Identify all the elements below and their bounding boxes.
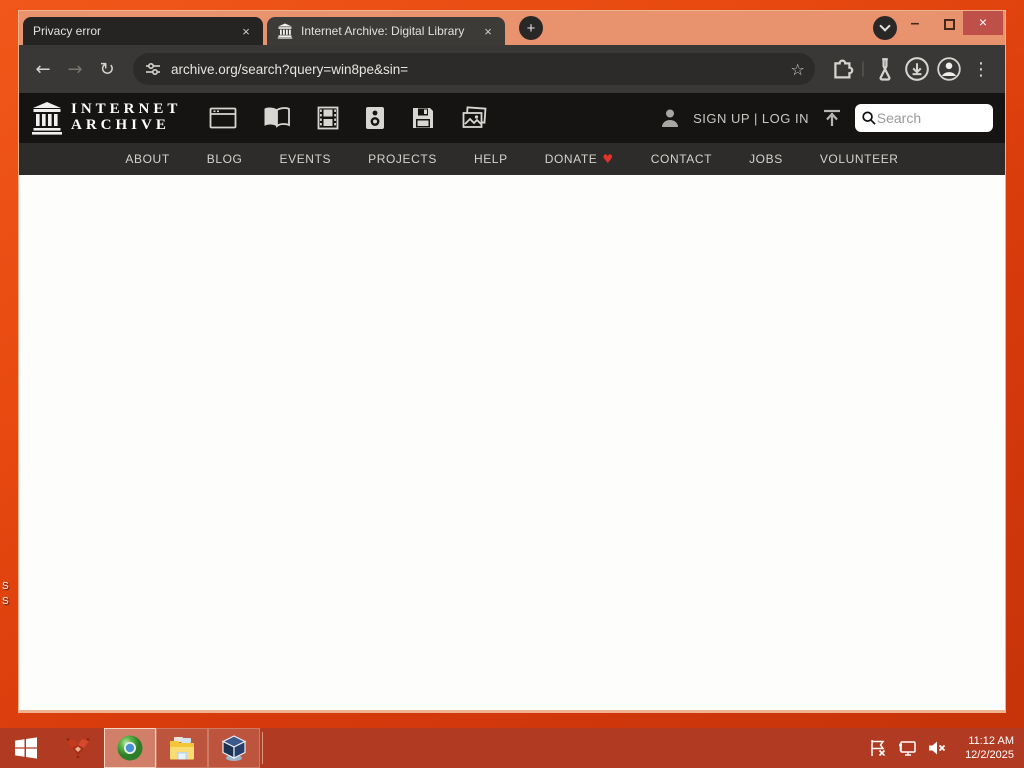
back-button[interactable]: ← [29, 55, 57, 83]
minimize-button[interactable]: – [903, 13, 927, 37]
site-search-box[interactable] [855, 104, 993, 132]
tab-search-button[interactable] [873, 16, 897, 40]
forward-button[interactable]: → [61, 55, 89, 83]
nav-blog[interactable]: BLOG [207, 152, 243, 166]
clock-time: 11:12 AM [968, 735, 1014, 747]
page-content-blank [19, 175, 1005, 710]
tab-internet-archive[interactable]: Internet Archive: Digital Library × [267, 17, 505, 45]
address-bar[interactable]: archive.org/search?query=win8pe&sin= ☆ [133, 53, 815, 85]
desktop-icon-label-fragment: S [2, 581, 9, 592]
taskbar-virtualbox[interactable] [208, 728, 260, 768]
clock-date: 12/2/2025 [965, 749, 1014, 761]
labs-flask-icon[interactable] [871, 55, 899, 83]
bookmark-star-icon[interactable]: ☆ [791, 60, 805, 79]
taskbar-clock[interactable]: 11:12 AM 12/2/2025 [957, 734, 1014, 762]
browser-window: Privacy error × Internet Archive: Digita… [18, 10, 1006, 713]
tab-close-icon[interactable]: × [237, 22, 255, 40]
virtualbox-icon [221, 735, 247, 761]
profile-avatar-icon[interactable] [935, 55, 963, 83]
extensions-icon[interactable] [827, 55, 855, 83]
maximize-button[interactable] [944, 19, 955, 30]
url-text[interactable]: archive.org/search?query=win8pe&sin= [171, 62, 791, 77]
chromium-icon [117, 735, 143, 761]
toolbar-separator: | [860, 60, 865, 77]
start-button[interactable] [0, 728, 52, 768]
network-status-icon[interactable] [897, 739, 917, 757]
software-media-icon[interactable] [411, 106, 435, 130]
taskbar-red-origami-app[interactable] [52, 728, 104, 768]
header-account-area: SIGN UP | LOG IN [659, 104, 993, 132]
action-center-flag-error-icon[interactable] [869, 739, 887, 757]
red-origami-app-icon [66, 738, 90, 759]
close-window-button[interactable]: × [963, 11, 1003, 35]
internet-archive-favicon-icon [277, 23, 293, 39]
web-media-icon[interactable] [209, 107, 237, 129]
chevron-down-icon [879, 20, 891, 32]
nav-contact[interactable]: CONTACT [651, 152, 712, 166]
nav-volunteer[interactable]: VOLUNTEER [820, 152, 899, 166]
search-input[interactable] [876, 110, 987, 126]
upload-icon[interactable] [821, 107, 843, 129]
browser-toolbar: ← → ↻ archive.org/search?query=win8pe&si… [19, 45, 1005, 93]
taskbar-separator [262, 732, 263, 764]
internet-archive-header: INTERNET ARCHIVE SIGN UP | LOG IN Search [19, 93, 1005, 143]
nav-help[interactable]: HELP [474, 152, 508, 166]
tab-title: Privacy error [33, 24, 102, 38]
taskbar-chromium[interactable] [104, 728, 156, 768]
internet-archive-logo[interactable]: INTERNET ARCHIVE [31, 101, 181, 135]
site-settings-icon[interactable] [145, 61, 161, 77]
windows-logo-icon [15, 737, 37, 759]
desktop-icon-label-fragment: S [2, 596, 9, 607]
nav-events[interactable]: EVENTS [280, 152, 332, 166]
person-icon [662, 109, 679, 127]
tab-title: Internet Archive: Digital Library [301, 24, 465, 38]
nav-donate[interactable]: DONATE ♥ [545, 152, 614, 166]
tab-strip: Privacy error × Internet Archive: Digita… [19, 11, 1005, 45]
internet-archive-nav: ABOUT BLOG EVENTS PROJECTS HELP DONATE ♥ … [19, 143, 1005, 175]
tab-close-icon[interactable]: × [479, 22, 497, 40]
images-media-icon[interactable] [461, 106, 487, 130]
texts-media-icon[interactable] [263, 107, 291, 129]
windows-taskbar: 11:12 AM 12/2/2025 [0, 728, 1024, 768]
internet-archive-building-icon [32, 102, 62, 135]
video-media-icon[interactable] [317, 106, 339, 130]
nav-jobs[interactable]: JOBS [749, 152, 783, 166]
nav-about[interactable]: ABOUT [125, 152, 169, 166]
new-tab-button[interactable]: + [519, 16, 543, 40]
media-type-icons [209, 106, 487, 130]
file-explorer-icon [170, 737, 194, 760]
tab-privacy-error[interactable]: Privacy error × [23, 17, 263, 45]
internet-archive-wordmark: INTERNET ARCHIVE [71, 101, 182, 133]
system-tray: 11:12 AM 12/2/2025 [869, 728, 1024, 768]
taskbar-file-explorer[interactable] [156, 728, 208, 768]
audio-media-icon[interactable] [365, 106, 385, 130]
volume-muted-icon[interactable] [927, 739, 947, 757]
search-icon [862, 111, 876, 125]
browser-menu-icon[interactable]: ⋮ [967, 55, 995, 83]
heart-icon: ♥ [602, 152, 614, 166]
reload-button[interactable]: ↻ [93, 55, 121, 83]
downloads-icon[interactable] [903, 55, 931, 83]
nav-projects[interactable]: PROJECTS [368, 152, 437, 166]
sign-up-log-in-link[interactable]: SIGN UP | LOG IN [693, 111, 809, 126]
